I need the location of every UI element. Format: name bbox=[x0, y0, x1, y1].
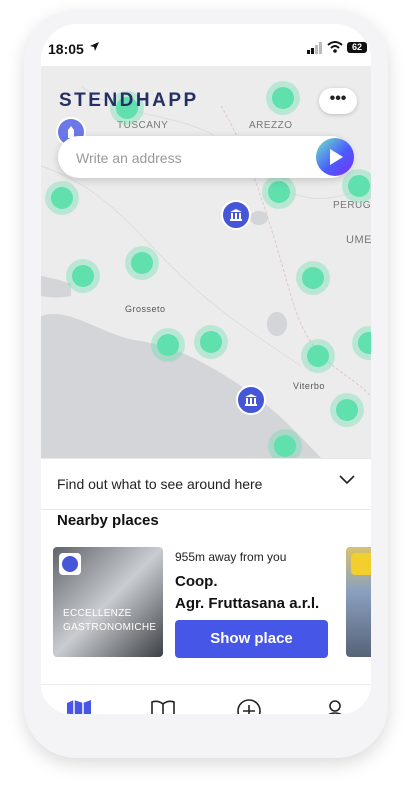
map-cluster-marker[interactable] bbox=[302, 267, 324, 289]
map-cluster-marker[interactable] bbox=[348, 175, 370, 197]
map-cluster-marker[interactable] bbox=[336, 399, 358, 421]
find-out-toggle[interactable]: Find out what to see around here bbox=[41, 458, 371, 510]
map-tab-icon[interactable] bbox=[65, 697, 93, 714]
map-background bbox=[41, 66, 371, 458]
place-card-image[interactable]: ECCELLENZE GASTRONOMICHE bbox=[53, 547, 163, 657]
find-out-label: Find out what to see around here bbox=[57, 476, 263, 492]
museum-icon bbox=[245, 394, 257, 406]
map-label-umbria: UME bbox=[346, 234, 371, 246]
map-cluster-marker[interactable] bbox=[131, 252, 153, 274]
bottom-tab-bar bbox=[41, 684, 371, 714]
status-bar: 18:05 62 bbox=[41, 24, 371, 66]
map-label-grosseto: Grosseto bbox=[125, 304, 166, 314]
next-place-card[interactable] bbox=[346, 547, 371, 657]
more-menu-button[interactable]: ••• bbox=[319, 88, 357, 114]
leaf-category-icon bbox=[351, 553, 371, 575]
map-cluster-marker[interactable] bbox=[307, 345, 329, 367]
map-label-tuscany: TUSCANY bbox=[117, 120, 169, 131]
app-logo: STENDHAPP bbox=[59, 90, 199, 111]
location-arrow-icon bbox=[90, 42, 99, 51]
map-cluster-marker[interactable] bbox=[268, 181, 290, 203]
map-museum-pin[interactable] bbox=[221, 200, 251, 230]
map-label-perugia: PERUGI bbox=[333, 200, 371, 211]
battery-indicator: 62 bbox=[347, 42, 367, 53]
map-cluster-marker[interactable] bbox=[272, 87, 294, 109]
profile-tab-icon[interactable] bbox=[321, 697, 349, 714]
add-tab-icon[interactable] bbox=[235, 697, 263, 714]
place-category: ECCELLENZE GASTRONOMICHE bbox=[63, 608, 157, 633]
navigate-go-button[interactable] bbox=[316, 138, 354, 176]
place-name: Coop. Agr. Fruttasana a.r.l. bbox=[175, 573, 320, 612]
map-label-viterbo: Viterbo bbox=[293, 381, 325, 391]
chevron-down-icon bbox=[339, 475, 355, 485]
nearby-places-title: Nearby places bbox=[57, 512, 159, 529]
map-cluster-marker[interactable] bbox=[274, 435, 296, 457]
food-category-icon bbox=[62, 556, 78, 572]
search-placeholder: Write an address bbox=[76, 150, 182, 166]
status-time: 18:05 bbox=[48, 41, 84, 57]
museum-icon bbox=[230, 209, 242, 221]
place-distance: 955m away from you bbox=[175, 550, 287, 564]
signal-icon bbox=[307, 42, 322, 54]
address-search-bar[interactable]: Write an address bbox=[58, 136, 354, 178]
app-screen: 18:05 62 TUSCANY AREZZO PERUGI UME Gross… bbox=[41, 24, 371, 714]
play-arrow-icon bbox=[330, 149, 343, 165]
map-cluster-marker[interactable] bbox=[51, 187, 73, 209]
show-place-button[interactable]: Show place bbox=[175, 620, 328, 658]
book-tab-icon[interactable] bbox=[149, 697, 177, 714]
map-label-arezzo: AREZZO bbox=[249, 120, 293, 131]
map-cluster-marker[interactable] bbox=[72, 265, 94, 287]
wifi-icon bbox=[327, 41, 343, 53]
map-cluster-marker[interactable] bbox=[200, 331, 222, 353]
category-badge bbox=[59, 553, 81, 575]
map-view[interactable]: TUSCANY AREZZO PERUGI UME Grosseto Viter… bbox=[41, 66, 371, 458]
map-cluster-marker[interactable] bbox=[157, 334, 179, 356]
map-museum-pin[interactable] bbox=[236, 385, 266, 415]
